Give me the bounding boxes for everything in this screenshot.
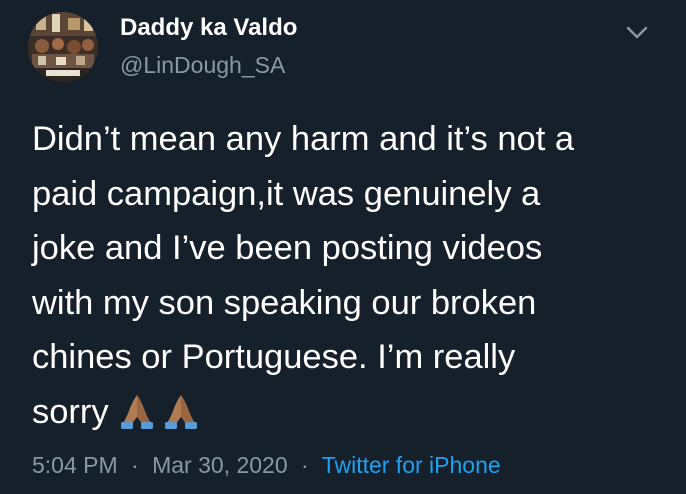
tweet-date[interactable]: Mar 30, 2020 — [152, 452, 288, 478]
display-name[interactable]: Daddy ka Valdo — [120, 14, 297, 42]
tweet-source-link[interactable]: Twitter for iPhone — [322, 452, 501, 478]
avatar[interactable] — [28, 12, 98, 82]
tweet-meta: 5:04 PM · Mar 30, 2020 · Twitter for iPh… — [32, 452, 501, 479]
tweet-text: Didn’t mean any harm and it’s not a paid… — [32, 112, 672, 447]
tweet-time[interactable]: 5:04 PM — [32, 452, 118, 478]
meta-separator: · — [131, 452, 139, 478]
tweet-card: Daddy ka Valdo @LinDough_SA Didn’t mean … — [0, 0, 686, 494]
emoji-group — [117, 391, 205, 448]
avatar-image — [28, 12, 98, 82]
folded-hands-icon — [120, 394, 153, 429]
user-handle[interactable]: @LinDough_SA — [120, 52, 285, 79]
chevron-down-icon[interactable] — [624, 22, 650, 42]
tweet-body: Didn’t mean any harm and it’s not a paid… — [32, 120, 575, 431]
meta-separator: · — [301, 452, 309, 478]
folded-hands-icon — [164, 394, 197, 429]
